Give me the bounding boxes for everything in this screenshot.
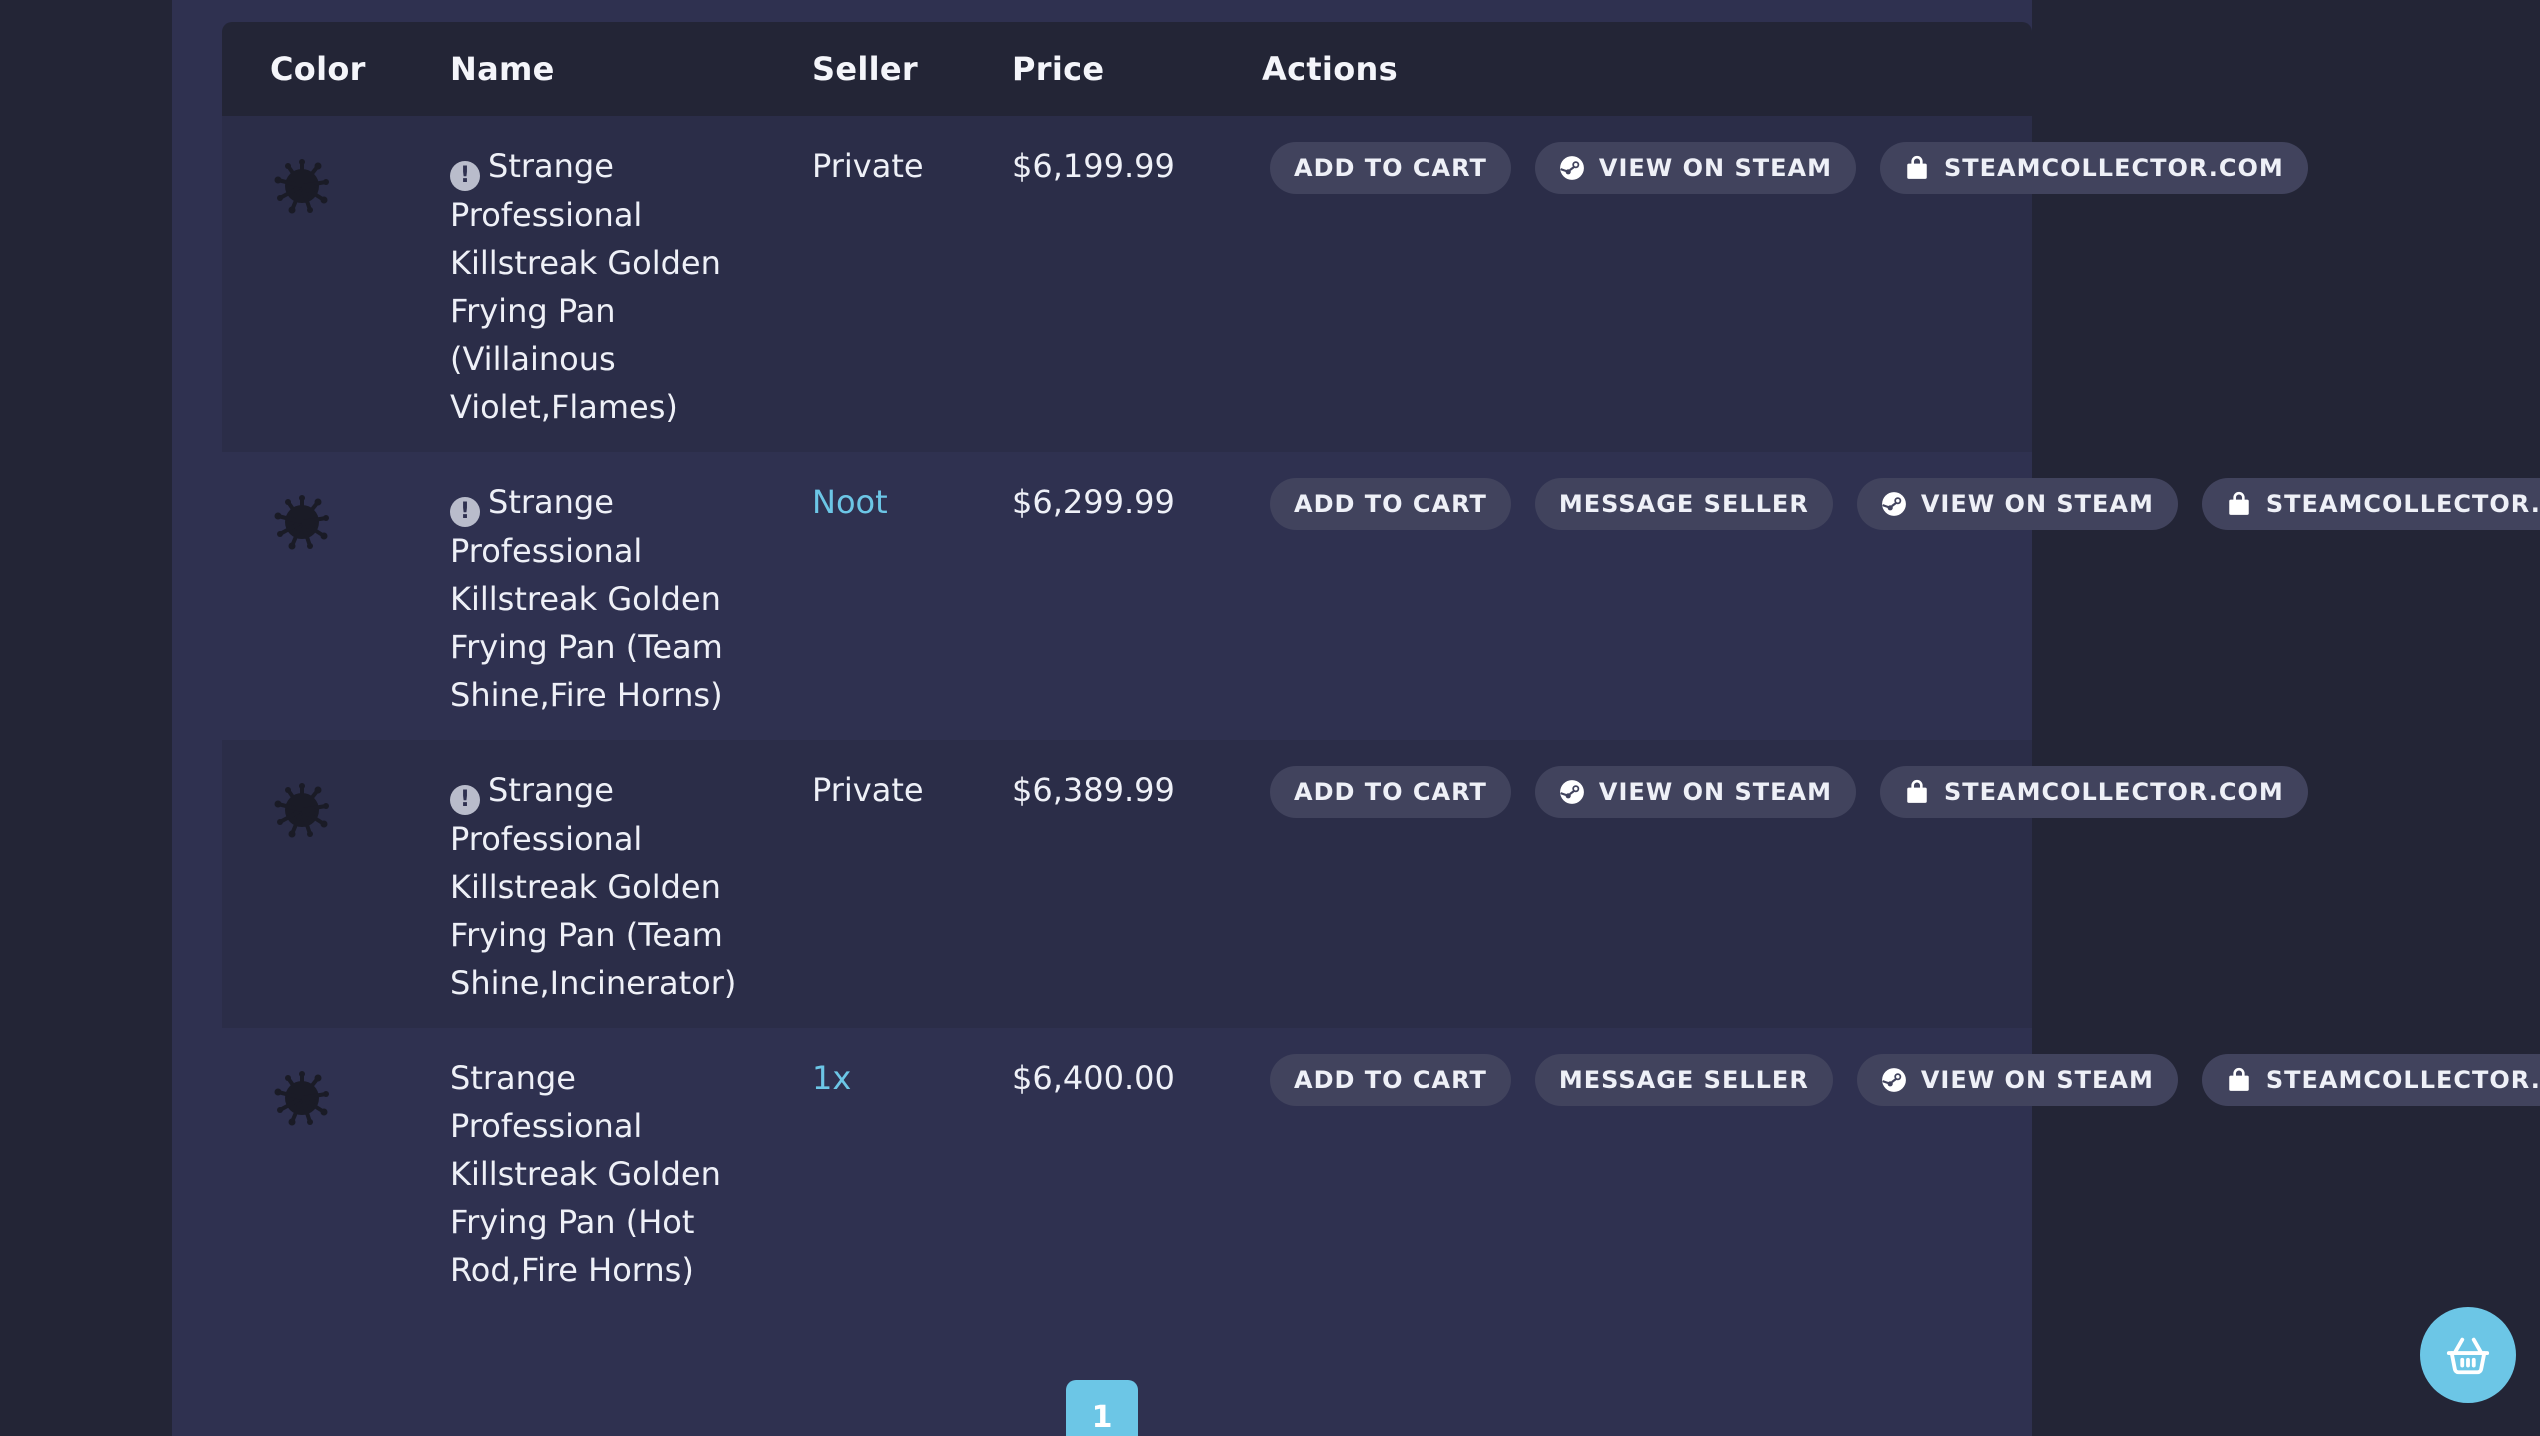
seller-link[interactable]: 1x <box>812 1054 851 1102</box>
button-label: ADD TO CART <box>1294 154 1487 182</box>
item-price: $6,199.99 <box>1012 147 1175 185</box>
exclamation-circle-icon: ! <box>450 785 480 815</box>
item-name: ! Strange Professional Killstreak Golden … <box>450 142 750 431</box>
cart-button[interactable] <box>2420 1307 2516 1403</box>
item-name-text: Strange Professional Killstreak Golden F… <box>450 771 737 1002</box>
view-on-steam-button[interactable]: VIEW ON STEAM <box>1856 478 2178 530</box>
color-swatch <box>270 778 334 842</box>
button-label: STEAMCOLLECTOR.COM <box>2265 490 2540 518</box>
table-row: ! Strange Professional Killstreak Golden … <box>222 740 2308 1028</box>
item-name-text: Strange Professional Killstreak Golden F… <box>450 1059 721 1289</box>
button-label: STEAMCOLLECTOR.COM <box>1943 778 2284 806</box>
exclamation-circle-icon: ! <box>450 161 480 191</box>
paint-splat-icon <box>274 495 329 550</box>
paint-splat-icon <box>274 159 329 214</box>
button-label: MESSAGE SELLER <box>1558 490 1809 518</box>
button-label: STEAMCOLLECTOR.COM <box>2265 1066 2540 1094</box>
button-label: ADD TO CART <box>1294 778 1487 806</box>
paint-splat-icon <box>274 1071 329 1126</box>
message-seller-button[interactable]: MESSAGE SELLER <box>1534 1054 1833 1106</box>
button-label: MESSAGE SELLER <box>1558 1066 1809 1094</box>
view-on-steam-button[interactable]: VIEW ON STEAM <box>1856 1054 2178 1106</box>
shopping-bag-icon <box>1907 155 1927 179</box>
table-row: ! Strange Professional Killstreak Golden … <box>222 116 2308 452</box>
shopping-bag-icon <box>2229 491 2249 515</box>
seller-name: Private <box>812 771 924 809</box>
listings-table: Color Name Seller Price Actions ! Strange… <box>222 22 2540 1358</box>
add-to-cart-button[interactable]: ADD TO CART <box>1270 478 1511 530</box>
color-swatch <box>270 154 334 218</box>
table-body: ! Strange Professional Killstreak Golden … <box>222 116 2540 1358</box>
item-name: ! Strange Professional Killstreak Golden … <box>450 766 750 1007</box>
row-actions: ADD TO CART MESSAGE SELLER VIEW ON STEAM ST… <box>1270 1054 2540 1106</box>
header-name: Name <box>450 50 555 88</box>
header-color: Color <box>270 50 366 88</box>
button-label: ADD TO CART <box>1294 1066 1487 1094</box>
add-to-cart-button[interactable]: ADD TO CART <box>1270 766 1511 818</box>
seller-name: Private <box>812 147 924 185</box>
row-actions: ADD TO CART VIEW ON STEAM STEAMCOLLECTOR.C… <box>1270 766 2308 818</box>
add-to-cart-button[interactable]: ADD TO CART <box>1270 142 1511 194</box>
exclamation-circle-icon: ! <box>450 497 480 527</box>
header-seller: Seller <box>812 50 918 88</box>
steam-icon <box>1881 492 1906 516</box>
steamcollector-button[interactable]: STEAMCOLLECTOR.COM <box>1879 766 2308 818</box>
item-name-text: Strange Professional Killstreak Golden F… <box>450 483 723 714</box>
item-name: ! Strange Professional Killstreak Golden … <box>450 478 750 719</box>
steam-icon <box>1881 1068 1906 1092</box>
item-price: $6,299.99 <box>1012 483 1175 521</box>
shopping-bag-icon <box>2229 1067 2249 1091</box>
paint-splat-icon <box>274 783 329 838</box>
message-seller-button[interactable]: MESSAGE SELLER <box>1534 478 1833 530</box>
view-on-steam-button[interactable]: VIEW ON STEAM <box>1534 142 1856 194</box>
color-swatch <box>270 1066 334 1130</box>
add-to-cart-button[interactable]: ADD TO CART <box>1270 1054 1511 1106</box>
item-price: $6,400.00 <box>1012 1059 1175 1097</box>
button-label: VIEW ON STEAM <box>1598 154 1832 182</box>
item-name: Strange Professional Killstreak Golden F… <box>450 1054 750 1294</box>
table-header: Color Name Seller Price Actions <box>222 22 2032 116</box>
table-row: Strange Professional Killstreak Golden F… <box>222 1028 2540 1358</box>
row-actions: ADD TO CART MESSAGE SELLER VIEW ON STEAM ST… <box>1270 478 2540 530</box>
basket-icon <box>2446 1337 2490 1375</box>
button-label: ADD TO CART <box>1294 490 1487 518</box>
row-actions: ADD TO CART VIEW ON STEAM STEAMCOLLECTOR.C… <box>1270 142 2308 194</box>
seller-link[interactable]: Noot <box>812 478 888 526</box>
button-label: STEAMCOLLECTOR.COM <box>1943 154 2284 182</box>
steamcollector-button[interactable]: STEAMCOLLECTOR.COM <box>1879 142 2308 194</box>
shopping-bag-icon <box>1907 779 1927 803</box>
steam-icon <box>1559 780 1584 804</box>
header-actions: Actions <box>1262 50 1398 88</box>
button-label: VIEW ON STEAM <box>1920 1066 2154 1094</box>
steamcollector-button[interactable]: STEAMCOLLECTOR.COM <box>2201 478 2540 530</box>
steam-icon <box>1559 156 1584 180</box>
header-price: Price <box>1012 50 1105 88</box>
color-swatch <box>270 490 334 554</box>
button-label: VIEW ON STEAM <box>1598 778 1832 806</box>
table-row: ! Strange Professional Killstreak Golden … <box>222 452 2540 740</box>
item-price: $6,389.99 <box>1012 771 1175 809</box>
steamcollector-button[interactable]: STEAMCOLLECTOR.COM <box>2201 1054 2540 1106</box>
item-name-text: Strange Professional Killstreak Golden F… <box>450 147 721 426</box>
button-label: VIEW ON STEAM <box>1920 490 2154 518</box>
pagination-page-button[interactable]: 1 <box>1066 1380 1138 1436</box>
view-on-steam-button[interactable]: VIEW ON STEAM <box>1534 766 1856 818</box>
